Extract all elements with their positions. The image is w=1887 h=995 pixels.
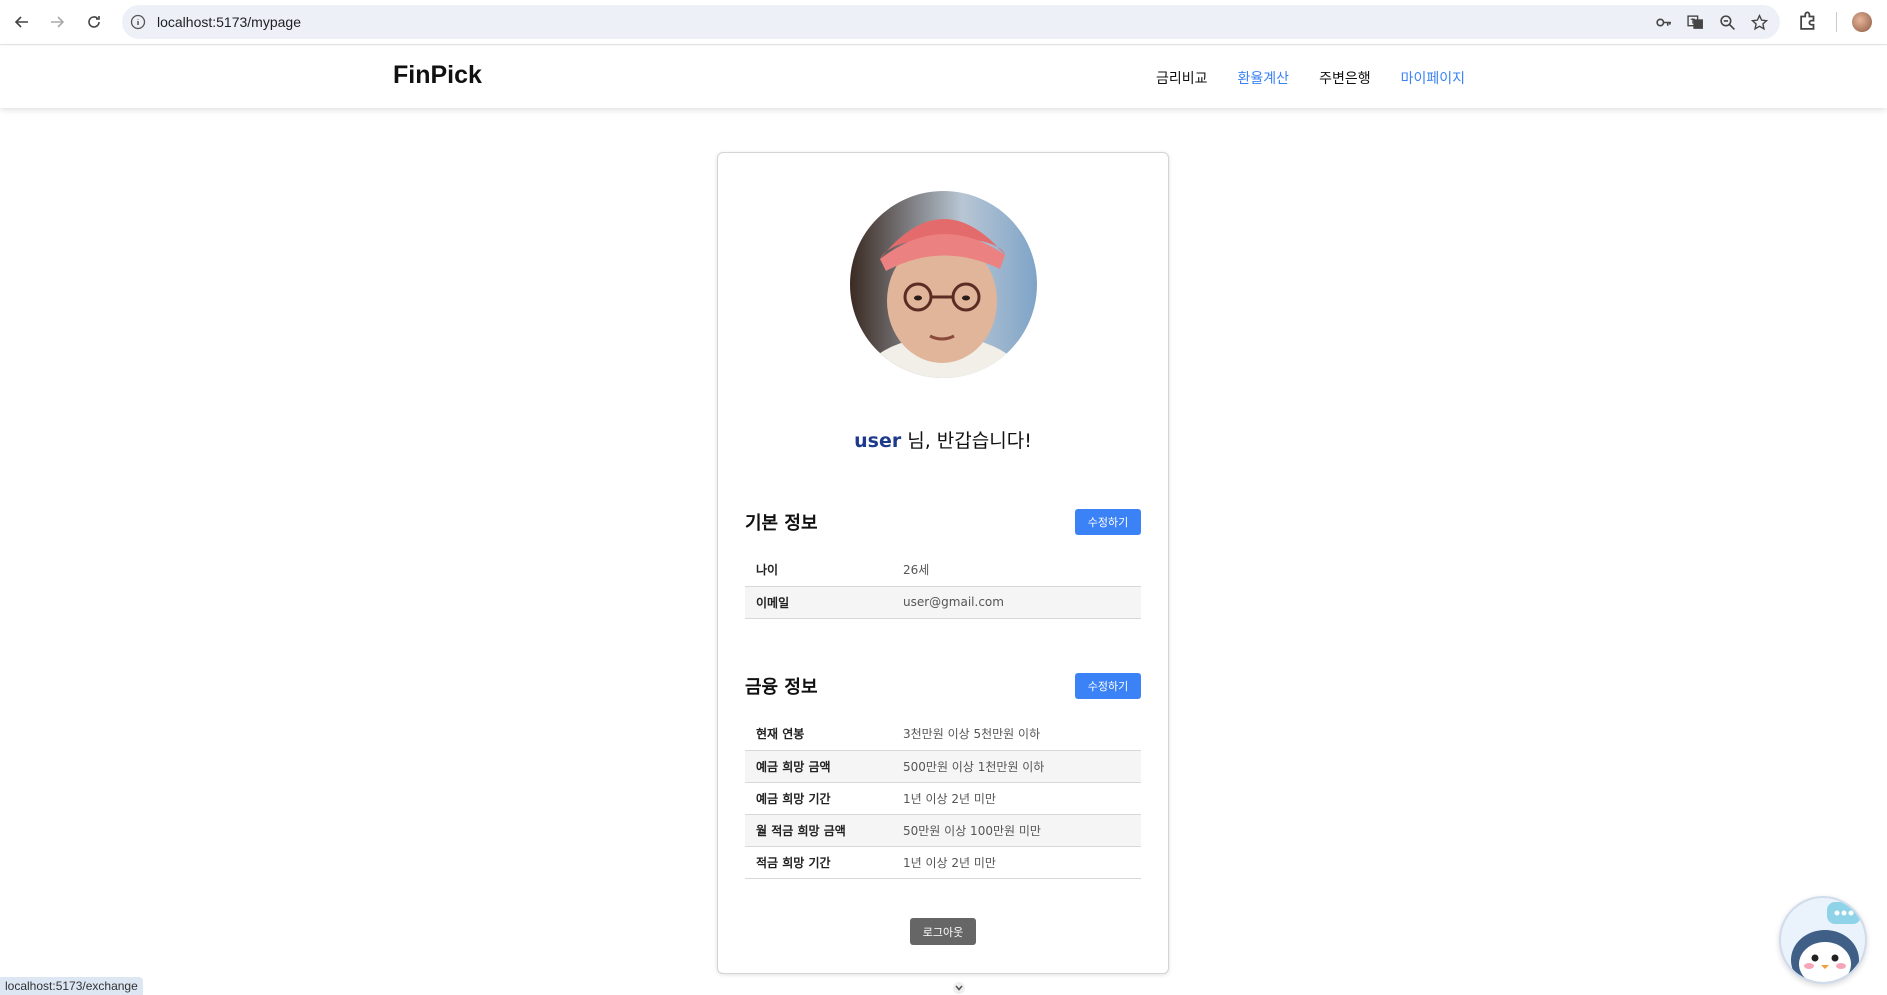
edit-finance-info-button[interactable]: 수정하기	[1075, 673, 1141, 699]
logout-button[interactable]: 로그아웃	[910, 918, 976, 945]
address-bar[interactable]: localhost:5173/mypage	[122, 5, 1780, 39]
deposit-period-value: 1년 이상 2년 미만	[903, 791, 996, 806]
table-row: 적금 희망 기간 1년 이상 2년 미만	[745, 846, 1141, 878]
password-key-icon[interactable]	[1654, 13, 1672, 31]
forward-button[interactable]	[46, 11, 68, 33]
email-label: 이메일	[756, 595, 790, 610]
back-arrow-icon	[14, 16, 28, 28]
mypage-card: user 님, 반갑습니다! 기본 정보 수정하기 나이 26세 이메일 user…	[717, 152, 1169, 974]
savings-period-label: 적금 희망 기간	[756, 855, 831, 870]
age-label: 나이	[756, 563, 779, 578]
table-row: 예금 희망 금액 500만원 이상 1천만원 이하	[745, 750, 1141, 782]
savings-period-value: 1년 이상 2년 미만	[903, 855, 996, 870]
table-row: 나이 26세	[745, 554, 1141, 586]
url-text[interactable]: localhost:5173/mypage	[157, 14, 301, 30]
reload-button[interactable]	[83, 11, 105, 33]
nav-nearby-bank[interactable]: 주변은행	[1319, 68, 1371, 88]
reload-icon	[88, 16, 100, 28]
browser-profile-avatar[interactable]	[1852, 12, 1872, 32]
nav-rate-compare[interactable]: 금리비교	[1156, 68, 1208, 88]
toolbar-divider	[1836, 12, 1837, 32]
greeting-text: user 님, 반갑습니다!	[718, 426, 1168, 453]
deposit-amount-label: 예금 희망 금액	[756, 759, 831, 774]
deposit-amount-value: 500만원 이상 1천만원 이하	[903, 759, 1045, 774]
site-info-icon[interactable]	[130, 14, 146, 30]
forward-arrow-icon	[51, 16, 65, 28]
bookmark-star-icon[interactable]	[1750, 13, 1768, 31]
chatbot-button[interactable]	[1779, 896, 1867, 984]
finance-info-title: 금융 정보	[745, 677, 818, 698]
back-button[interactable]	[11, 11, 33, 33]
monthly-savings-amount-value: 50만원 이상 100만원 미만	[903, 823, 1041, 838]
table-row: 예금 희망 기간 1년 이상 2년 미만	[745, 782, 1141, 814]
nav-mypage[interactable]: 마이페이지	[1401, 68, 1465, 88]
status-bar-url: localhost:5173/exchange	[0, 977, 143, 995]
basic-info-table: 나이 26세 이메일 user@gmail.com	[745, 554, 1141, 619]
salary-value: 3천만원 이상 5천만원 이하	[903, 727, 1041, 742]
edit-basic-info-button[interactable]: 수정하기	[1075, 509, 1141, 535]
email-value: user@gmail.com	[903, 595, 1004, 609]
deposit-period-label: 예금 희망 기간	[756, 791, 831, 806]
scroll-down-icon[interactable]	[950, 981, 968, 995]
browser-toolbar: localhost:5173/mypage	[0, 0, 1887, 45]
profile-portrait	[850, 191, 1037, 378]
finance-info-table: 현재 연봉 3천만원 이상 5천만원 이하 예금 희망 금액 500만원 이상 …	[745, 718, 1141, 879]
monthly-savings-amount-label: 월 적금 희망 금액	[756, 823, 846, 838]
greeting-suffix: 님, 반갑습니다!	[907, 430, 1032, 452]
zoom-icon[interactable]	[1718, 13, 1736, 31]
table-row: 월 적금 희망 금액 50만원 이상 100만원 미만	[745, 814, 1141, 846]
table-row: 현재 연봉 3천만원 이상 5천만원 이하	[745, 718, 1141, 750]
site-header: FinPick 금리비교 환율계산 주변은행 마이페이지	[0, 46, 1887, 108]
main-nav: 금리비교 환율계산 주변은행 마이페이지	[1156, 68, 1465, 88]
salary-label: 현재 연봉	[756, 727, 805, 742]
extensions-puzzle-icon[interactable]	[1797, 11, 1819, 33]
username: user	[854, 430, 902, 452]
nav-exchange[interactable]: 환율계산	[1238, 68, 1290, 88]
profile-photo	[850, 191, 1037, 378]
chatbot-mascot-icon	[1791, 902, 1861, 982]
translate-icon[interactable]	[1686, 13, 1704, 31]
site-logo[interactable]: FinPick	[393, 61, 482, 90]
table-row: 이메일 user@gmail.com	[745, 586, 1141, 618]
basic-info-title: 기본 정보	[745, 513, 818, 534]
age-value: 26세	[903, 563, 930, 578]
